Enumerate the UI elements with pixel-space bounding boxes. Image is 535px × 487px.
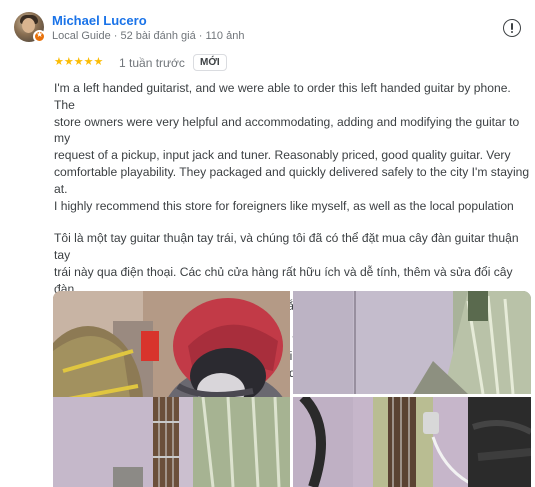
review-text-english: I'm a left handed guitarist, and we were… (54, 81, 530, 213)
avatar-face (22, 18, 35, 33)
new-badge: MỚI (193, 54, 227, 71)
author-meta[interactable]: Local Guide · 52 bài đánh giá · 110 ảnh (52, 30, 244, 42)
review-photo-3[interactable] (53, 397, 290, 487)
photo-2-image (293, 291, 531, 394)
rating-row: ★★★★★ 1 tuần trước MỚI (54, 54, 454, 72)
local-guide-star-icon: ★ (33, 30, 46, 43)
author-avatar[interactable]: ★ (14, 12, 46, 43)
star-rating: ★★★★★ (54, 55, 104, 68)
review-date: 1 tuần trước (119, 56, 185, 70)
report-icon[interactable] (503, 19, 521, 37)
review-photo-2[interactable] (293, 291, 531, 394)
review-header: ★ Michael Lucero Local Guide · 52 bài đá… (14, 12, 524, 48)
photo-4-image (293, 397, 531, 487)
photo-3-image (53, 397, 290, 487)
review-photos (53, 291, 531, 487)
author-name[interactable]: Michael Lucero (52, 13, 147, 28)
review-photo-4[interactable] (293, 397, 531, 487)
